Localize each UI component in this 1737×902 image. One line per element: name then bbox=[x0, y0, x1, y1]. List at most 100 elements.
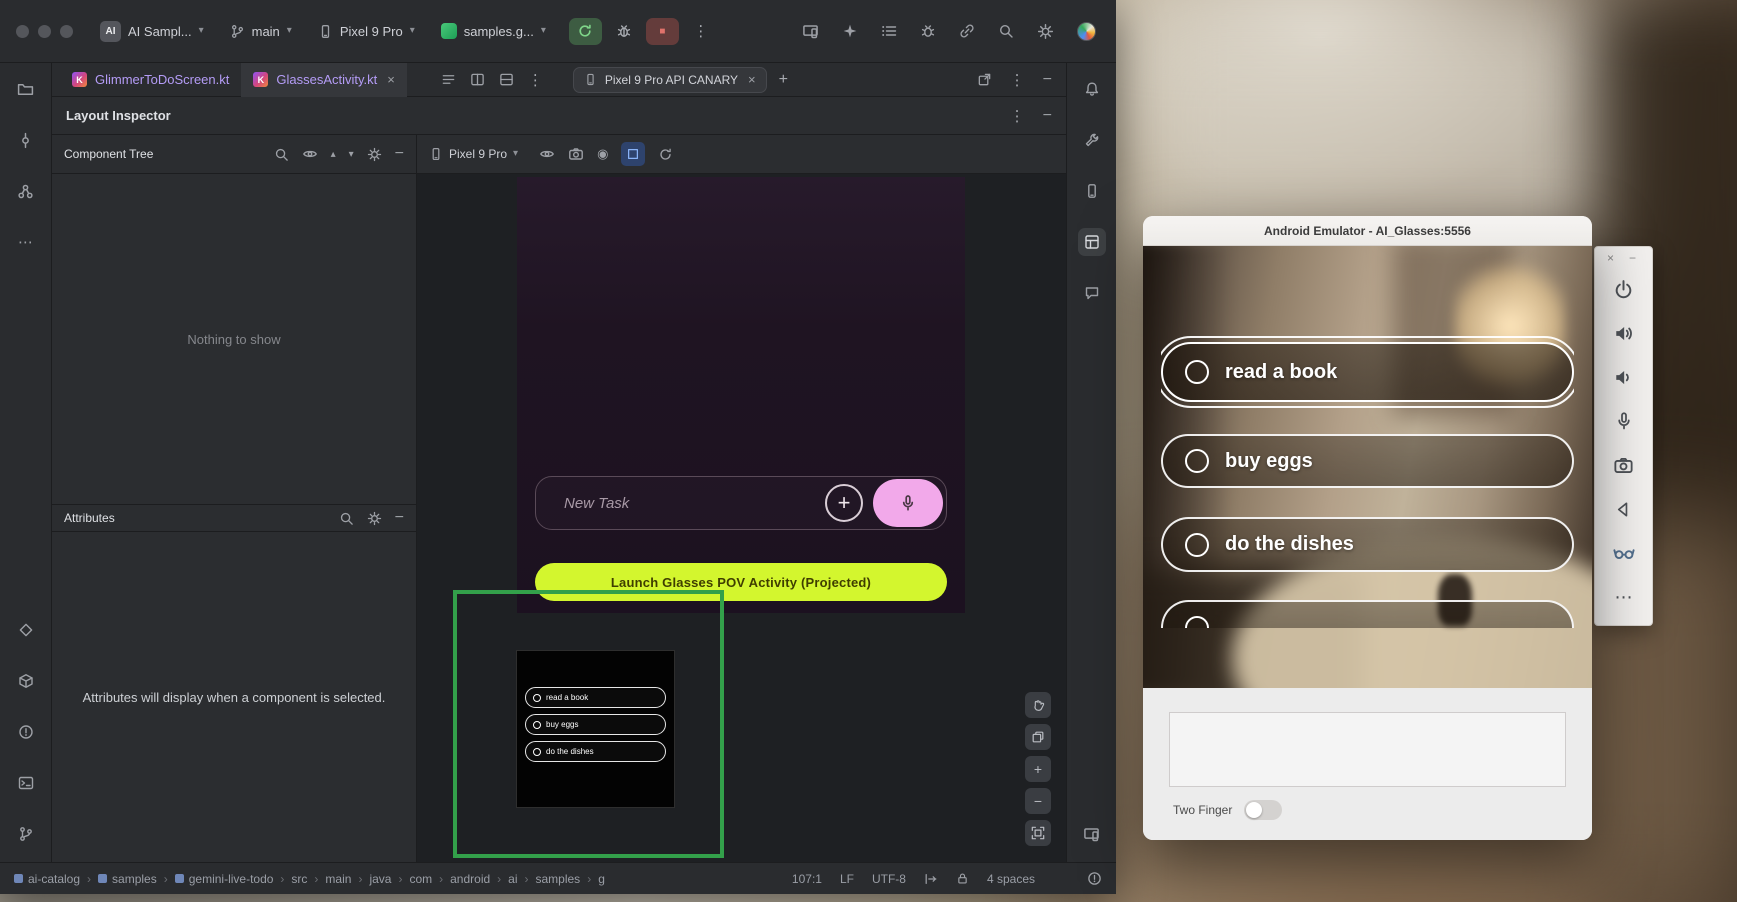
caret-position[interactable]: 107:1 bbox=[792, 872, 822, 886]
terminal-icon[interactable] bbox=[12, 769, 40, 797]
breadcrumb-item[interactable]: samples bbox=[98, 872, 157, 886]
glasses-icon[interactable] bbox=[1612, 541, 1636, 565]
running-device-tab[interactable]: Pixel 9 Pro API CANARY × bbox=[573, 67, 767, 93]
settings-gear-icon[interactable] bbox=[1037, 23, 1054, 40]
structure-icon[interactable] bbox=[12, 177, 40, 205]
search-icon[interactable] bbox=[998, 23, 1014, 39]
breadcrumb-item[interactable]: ai-catalog bbox=[14, 872, 80, 886]
todo-item-read-a-book[interactable]: read a book bbox=[1161, 342, 1574, 402]
emulator-minimize-icon[interactable]: − bbox=[1629, 251, 1636, 265]
screenshot-camera-icon[interactable] bbox=[568, 146, 584, 162]
vcs-branch-widget[interactable]: main ▾ bbox=[221, 19, 301, 44]
tree-minimize-icon[interactable]: − bbox=[395, 145, 404, 163]
tab-glassesactivity[interactable]: K GlassesActivity.kt × bbox=[241, 63, 406, 97]
todo-item-partial[interactable] bbox=[1161, 600, 1574, 628]
minimize-window-button[interactable] bbox=[38, 25, 51, 38]
power-button-icon[interactable] bbox=[1612, 277, 1636, 301]
sponsor-diamond-icon[interactable] bbox=[12, 616, 40, 644]
breadcrumb-item[interactable]: src bbox=[291, 872, 307, 886]
voice-input-button[interactable] bbox=[873, 479, 943, 527]
split-down-icon[interactable] bbox=[499, 72, 514, 87]
zoom-window-button[interactable] bbox=[60, 25, 73, 38]
two-finger-toggle[interactable] bbox=[1244, 800, 1282, 820]
profiler-bug-icon[interactable] bbox=[920, 23, 936, 39]
new-task-field[interactable]: New Task + bbox=[535, 476, 947, 530]
line-ending[interactable]: LF bbox=[840, 872, 854, 886]
run-configuration-selector[interactable]: samples.g... ▾ bbox=[432, 18, 555, 44]
emulator-input-box[interactable] bbox=[1169, 712, 1566, 787]
mirror-device-selector[interactable]: Pixel 9 Pro ▾ bbox=[429, 147, 518, 161]
close-window-button[interactable] bbox=[16, 25, 29, 38]
search-icon[interactable] bbox=[339, 511, 354, 526]
problems-icon[interactable] bbox=[12, 718, 40, 746]
indent-icon[interactable] bbox=[924, 872, 938, 886]
pan-hand-icon[interactable] bbox=[1025, 692, 1051, 718]
checkbox-circle-icon[interactable] bbox=[1185, 533, 1209, 557]
search-icon[interactable] bbox=[274, 147, 289, 162]
commit-icon[interactable] bbox=[12, 126, 40, 154]
profile-avatar[interactable] bbox=[1077, 22, 1096, 41]
task-list-icon[interactable] bbox=[881, 23, 897, 39]
breadcrumb-item[interactable]: samples bbox=[536, 872, 581, 886]
volume-up-icon[interactable] bbox=[1612, 321, 1636, 345]
zoom-fit-icon[interactable] bbox=[1025, 820, 1051, 846]
add-device-tab-icon[interactable]: + bbox=[779, 71, 788, 89]
device-selector[interactable]: Pixel 9 Pro ▾ bbox=[309, 19, 424, 44]
breadcrumb-item[interactable]: android bbox=[450, 872, 490, 886]
device-manager-icon[interactable] bbox=[802, 23, 819, 40]
phone-screen-mirror[interactable]: New Task + Launch Glasses POV Activity (… bbox=[517, 177, 965, 613]
breadcrumb-item[interactable]: g bbox=[598, 872, 605, 886]
add-task-button[interactable]: + bbox=[825, 484, 863, 522]
tree-settings-gear-icon[interactable] bbox=[367, 147, 382, 162]
more-options-icon[interactable]: ⋮ bbox=[687, 18, 715, 45]
emulator-close-icon[interactable]: × bbox=[1607, 251, 1614, 265]
device-manager-icon[interactable] bbox=[1078, 177, 1106, 205]
layout-bounds-icon[interactable] bbox=[621, 142, 645, 166]
version-control-icon[interactable] bbox=[12, 820, 40, 848]
assistant-chat-icon[interactable] bbox=[1078, 279, 1106, 307]
volume-down-icon[interactable] bbox=[1612, 365, 1636, 389]
checkbox-circle-icon[interactable] bbox=[1185, 360, 1209, 384]
layers-icon[interactable] bbox=[1025, 724, 1051, 750]
build-package-icon[interactable] bbox=[12, 667, 40, 695]
breadcrumb-item[interactable]: java bbox=[369, 872, 391, 886]
inspector-minimize-icon[interactable]: − bbox=[1043, 107, 1052, 125]
open-in-window-icon[interactable] bbox=[977, 72, 992, 87]
indent-size[interactable]: 4 spaces bbox=[987, 872, 1035, 886]
editor-more-icon[interactable]: ⋮ bbox=[528, 71, 543, 89]
link-icon[interactable] bbox=[959, 23, 975, 39]
project-folder-icon[interactable] bbox=[12, 75, 40, 103]
notifications-bell-icon[interactable] bbox=[1078, 75, 1106, 103]
build-tool-wrench-icon[interactable] bbox=[1078, 126, 1106, 154]
running-devices-icon[interactable] bbox=[1078, 820, 1106, 848]
stop-button[interactable]: ■ bbox=[646, 18, 679, 45]
breadcrumb-item[interactable]: main bbox=[325, 872, 351, 886]
back-button-icon[interactable] bbox=[1612, 497, 1636, 521]
microphone-icon[interactable] bbox=[1612, 409, 1636, 433]
attributes-gear-icon[interactable] bbox=[367, 511, 382, 526]
collapse-all-icon[interactable]: ▴ bbox=[331, 149, 336, 160]
refresh-icon[interactable] bbox=[658, 147, 673, 162]
inspector-more-icon[interactable]: ⋮ bbox=[1010, 107, 1025, 125]
emulator-screen[interactable]: read a book buy eggs do the dishes bbox=[1143, 246, 1592, 688]
debug-icon[interactable] bbox=[610, 18, 638, 45]
panel-more-icon[interactable]: ⋮ bbox=[1010, 71, 1025, 89]
screen-record-icon[interactable]: ◉ bbox=[597, 146, 608, 162]
more-tools-icon[interactable]: ⋯ bbox=[12, 228, 40, 256]
close-tab-icon[interactable]: × bbox=[387, 72, 395, 87]
list-view-icon[interactable] bbox=[441, 72, 456, 87]
rerun-button[interactable] bbox=[569, 18, 602, 45]
checkbox-circle-icon[interactable] bbox=[1185, 449, 1209, 473]
emulator-titlebar[interactable]: Android Emulator - AI_Glasses:5556 bbox=[1143, 216, 1592, 246]
tab-glimmertodoscreen[interactable]: K GlimmerToDoScreen.kt bbox=[60, 63, 241, 97]
layout-inspector-tool-icon[interactable] bbox=[1078, 228, 1106, 256]
more-controls-icon[interactable]: ⋯ bbox=[1612, 585, 1636, 609]
breadcrumb-item[interactable]: gemini-live-todo bbox=[175, 872, 274, 886]
visibility-eye-icon[interactable] bbox=[302, 146, 318, 162]
mirror-eye-icon[interactable] bbox=[539, 146, 555, 162]
split-right-icon[interactable] bbox=[470, 72, 485, 87]
todo-item-do-the-dishes[interactable]: do the dishes bbox=[1161, 517, 1574, 572]
inspections-status-icon[interactable] bbox=[1087, 871, 1102, 886]
camera-icon[interactable] bbox=[1612, 453, 1636, 477]
hide-panel-icon[interactable]: − bbox=[1043, 71, 1052, 89]
